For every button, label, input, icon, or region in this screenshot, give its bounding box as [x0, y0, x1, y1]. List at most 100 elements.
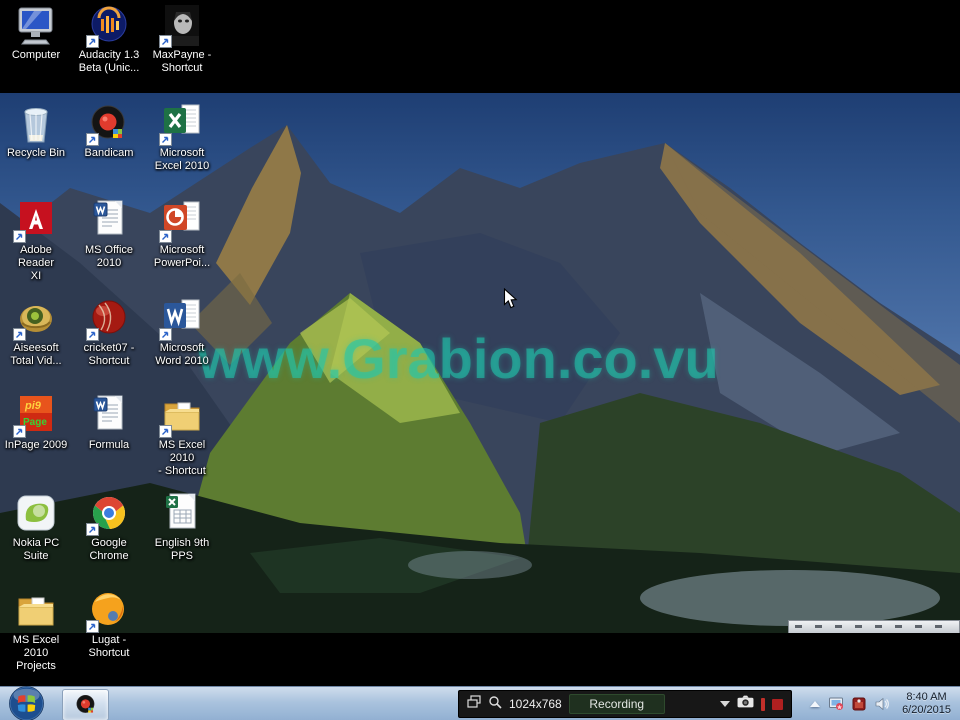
desktop-icon-audacity[interactable]: Audacity 1.3 Beta (Unic...: [74, 4, 144, 75]
desktop-icon-inpage-2009[interactable]: pi9 Page InPage 2009: [1, 394, 71, 452]
recycle-bin-icon: [12, 102, 60, 146]
shortcut-arrow-icon: [159, 328, 172, 341]
desktop-icon-label: Nokia PC Suite: [12, 537, 60, 562]
tray-icons: [828, 696, 890, 712]
magnifier-icon[interactable]: [488, 695, 502, 714]
folder-icon: [12, 589, 60, 633]
aiseesoft-icon: [12, 297, 60, 341]
windows-orb-icon: [9, 686, 44, 720]
shortcut-arrow-icon: [13, 328, 26, 341]
dropdown-icon[interactable]: [720, 701, 730, 707]
desktop-icon-label: Microsoft PowerPoi...: [153, 244, 211, 269]
record-stop-icon[interactable]: [772, 698, 783, 710]
taskbar-clock[interactable]: 8:40 AM 6/20/2015: [898, 691, 951, 717]
volume-icon[interactable]: [874, 696, 890, 712]
desktop-icon-microsoft-powerpoint[interactable]: Microsoft PowerPoi...: [147, 199, 217, 270]
desktop-icon-label: Microsoft Word 2010: [155, 342, 209, 367]
desktop-icon-label: Recycle Bin: [6, 147, 66, 159]
nokia-icon: [12, 492, 60, 536]
desktop-icon-ms-office-2010[interactable]: MS Office 2010: [74, 199, 144, 270]
desktop-icon-bandicam[interactable]: Bandicam: [74, 102, 144, 160]
shortcut-arrow-icon: [159, 230, 172, 243]
desktop-icon-label: Aiseesoft Total Vid...: [10, 342, 62, 367]
svg-text:Page: Page: [23, 417, 47, 428]
bandicam-icon: [76, 694, 94, 713]
desktop-icon-label: MS Office 2010: [84, 244, 134, 269]
video-watermark: www.Grabion.co.vu: [198, 327, 719, 390]
desktop-icon-adobe-reader-xi[interactable]: Adobe Reader XI: [1, 199, 71, 283]
shortcut-arrow-icon: [13, 230, 26, 243]
letterbox-bottom-band: [0, 633, 960, 686]
desktop-icon-recycle-bin[interactable]: Recycle Bin: [1, 102, 71, 160]
desktop-icon-label: Computer: [11, 49, 61, 61]
desktop-icon-label: Google Chrome: [89, 537, 129, 562]
desktop-icon-label: Lugat - Shortcut: [88, 634, 130, 659]
adobe-reader-icon: [12, 199, 60, 243]
word-doc-icon: [85, 394, 133, 438]
desktop-icon-label: Bandicam: [84, 147, 134, 159]
desktop-icon-nokia-pc-suite[interactable]: Nokia PC Suite: [1, 492, 71, 563]
bandicam-recorder-bar: 1024x768 Recording: [458, 690, 792, 718]
shortcut-arrow-icon: [159, 425, 172, 438]
excel-icon: [158, 102, 206, 146]
desktop-icon-computer[interactable]: Computer: [1, 4, 71, 62]
shortcut-arrow-icon: [13, 425, 26, 438]
taskbar-button-bandicam[interactable]: [62, 689, 109, 720]
record-pause-icon[interactable]: [761, 697, 765, 711]
excel-doc-icon: [158, 492, 206, 536]
target-window-icon[interactable]: [467, 694, 481, 714]
desktop-icon-label: MS Excel 2010 Projects: [12, 634, 60, 672]
desktop-icon-label: Microsoft Excel 2010: [154, 147, 210, 172]
desktop-icon-ms-excel-2010-shortcut[interactable]: MS Excel 2010 - Shortcut: [147, 394, 217, 478]
recording-status: Recording: [568, 694, 665, 714]
hidden-window-edge[interactable]: [788, 620, 960, 633]
window-edge-marks: [795, 625, 953, 628]
audacity-icon: [85, 4, 133, 48]
mouse-cursor-icon: [503, 287, 518, 310]
start-button[interactable]: [8, 685, 45, 720]
inpage-icon: pi9 Page: [12, 394, 60, 438]
desktop-icon-label: Adobe Reader XI: [17, 244, 55, 282]
desktop-icon-ms-excel-2010-projects[interactable]: MS Excel 2010 Projects: [1, 589, 71, 673]
desktop-icon-label: cricket07 - Shortcut: [83, 342, 135, 367]
camera-icon[interactable]: [737, 695, 754, 713]
desktop-icon-label: MS Excel 2010 - Shortcut: [158, 439, 206, 477]
letterbox-top-band: [0, 0, 960, 93]
chrome-icon: [85, 492, 133, 536]
desktop-icon-maxpayne[interactable]: MaxPayne - Shortcut: [147, 4, 217, 75]
computer-icon: [12, 4, 60, 48]
powerpoint-icon: [158, 199, 206, 243]
desktop-icon-google-chrome[interactable]: Google Chrome: [74, 492, 144, 563]
clock-time: 8:40 AM: [906, 691, 947, 703]
bandicam-tray-icon[interactable]: [828, 696, 844, 712]
capture-resolution: 1024x768: [509, 697, 562, 711]
desktop-icon-label: Formula: [88, 439, 130, 451]
desktop-icon-label: MaxPayne - Shortcut: [152, 49, 212, 74]
cricket-icon: [85, 297, 133, 341]
desktop-icon-formula[interactable]: Formula: [74, 394, 144, 452]
maxpayne-icon: [158, 4, 206, 48]
desktop-icon-label: InPage 2009: [4, 439, 68, 451]
recorder-tray-icon[interactable]: [851, 696, 867, 712]
clock-date: 6/20/2015: [902, 704, 951, 716]
taskbar: 1024x768 Recording 8:40 AM 6/20/2015: [0, 686, 960, 720]
desktop-icon-microsoft-excel-2010[interactable]: Microsoft Excel 2010: [147, 102, 217, 173]
svg-text:pi9: pi9: [24, 400, 42, 412]
shortcut-arrow-icon: [86, 35, 99, 48]
notification-area: 8:40 AM 6/20/2015: [810, 687, 960, 720]
shortcut-arrow-icon: [86, 620, 99, 633]
shortcut-arrow-icon: [159, 35, 172, 48]
shortcut-arrow-icon: [86, 523, 99, 536]
desktop-icon-aiseesoft-total-video[interactable]: Aiseesoft Total Vid...: [1, 297, 71, 368]
desktop-icon-microsoft-word-2010[interactable]: Microsoft Word 2010: [147, 297, 217, 368]
show-hidden-icons-button[interactable]: [810, 701, 821, 707]
desktop-icon-cricket07[interactable]: cricket07 - Shortcut: [74, 297, 144, 368]
word-doc-icon: [85, 199, 133, 243]
folder-icon: [158, 394, 206, 438]
desktop-icon-lugat[interactable]: Lugat - Shortcut: [74, 589, 144, 660]
desktop-screen: www.Grabion.co.vu Computer Audacity 1.3 B…: [0, 0, 960, 720]
bandicam-icon: [85, 102, 133, 146]
desktop-icon-english-9th-pps[interactable]: English 9th PPS: [147, 492, 217, 563]
shortcut-arrow-icon: [159, 133, 172, 146]
desktop-icon-label: English 9th PPS: [154, 537, 210, 562]
